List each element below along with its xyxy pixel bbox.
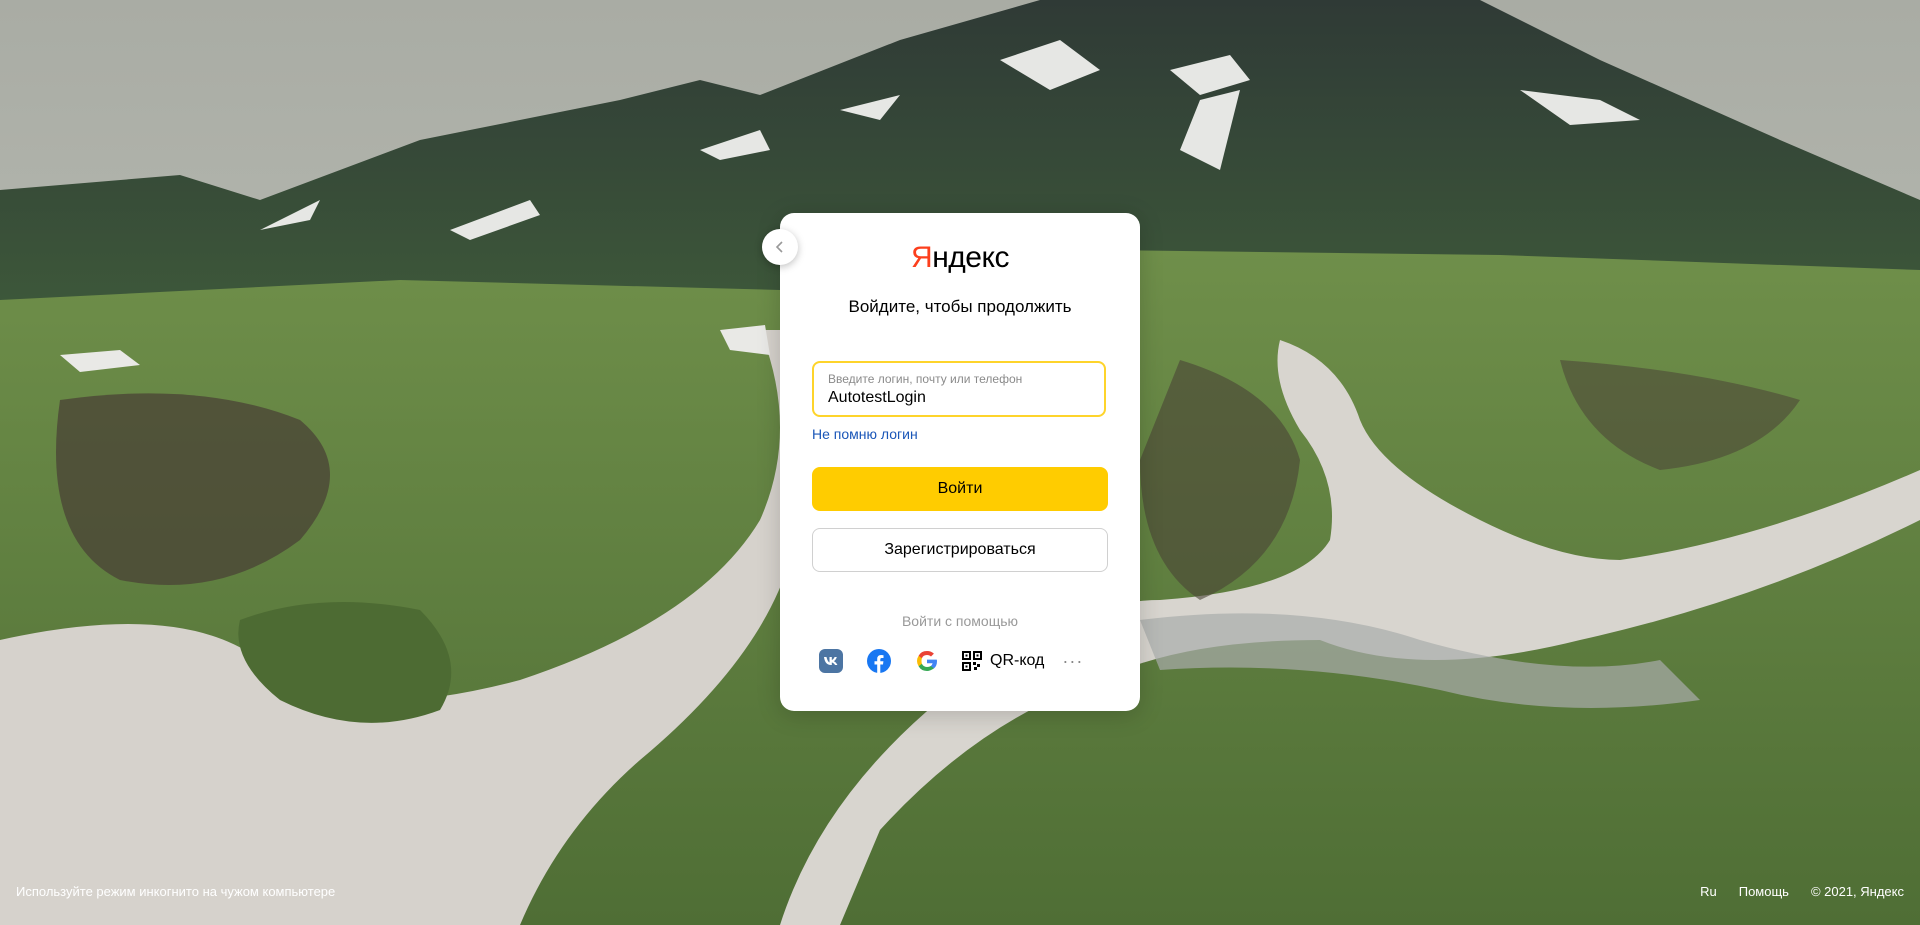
forgot-login-link[interactable]: Не помню логин — [812, 426, 918, 442]
logo-rest: ндекс — [932, 241, 1009, 274]
logo-first-letter: Я — [911, 241, 933, 274]
facebook-login-button[interactable] — [866, 648, 892, 674]
login-field[interactable]: Введите логин, почту или телефон — [812, 361, 1106, 417]
login-input[interactable] — [826, 388, 1090, 408]
alt-login-label: Войти с помощью — [901, 613, 1019, 629]
login-button[interactable]: Войти — [812, 467, 1108, 511]
help-link[interactable]: Помощь — [1739, 884, 1789, 899]
language-switcher[interactable]: Ru — [1700, 884, 1717, 899]
qr-login-button[interactable]: QR-код — [962, 651, 1044, 671]
footer-links: Ru Помощь © 2021, Яндекс — [1678, 884, 1904, 899]
page-subtitle: Войдите, чтобы продолжить — [848, 297, 1072, 316]
google-icon — [917, 651, 937, 671]
facebook-icon — [867, 649, 891, 673]
copyright: © 2021, Яндекс — [1810, 884, 1904, 899]
vk-login-button[interactable] — [818, 648, 844, 674]
yandex-logo[interactable]: Яндекс — [780, 243, 1140, 273]
social-login-row: QR-код ··· — [818, 646, 1083, 676]
google-login-button[interactable] — [914, 648, 940, 674]
more-options-button[interactable]: ··· — [1062, 652, 1083, 670]
register-button[interactable]: Зарегистрироваться — [812, 528, 1108, 572]
vk-icon — [819, 649, 843, 673]
incognito-hint: Используйте режим инкогнито на чужом ком… — [16, 884, 336, 899]
qr-code-icon — [962, 651, 982, 671]
login-field-label: Введите логин, почту или телефон — [828, 372, 1023, 386]
qr-label: QR-код — [990, 652, 1045, 669]
login-card: Яндекс Войдите, чтобы продолжить Введите… — [762, 213, 1140, 711]
